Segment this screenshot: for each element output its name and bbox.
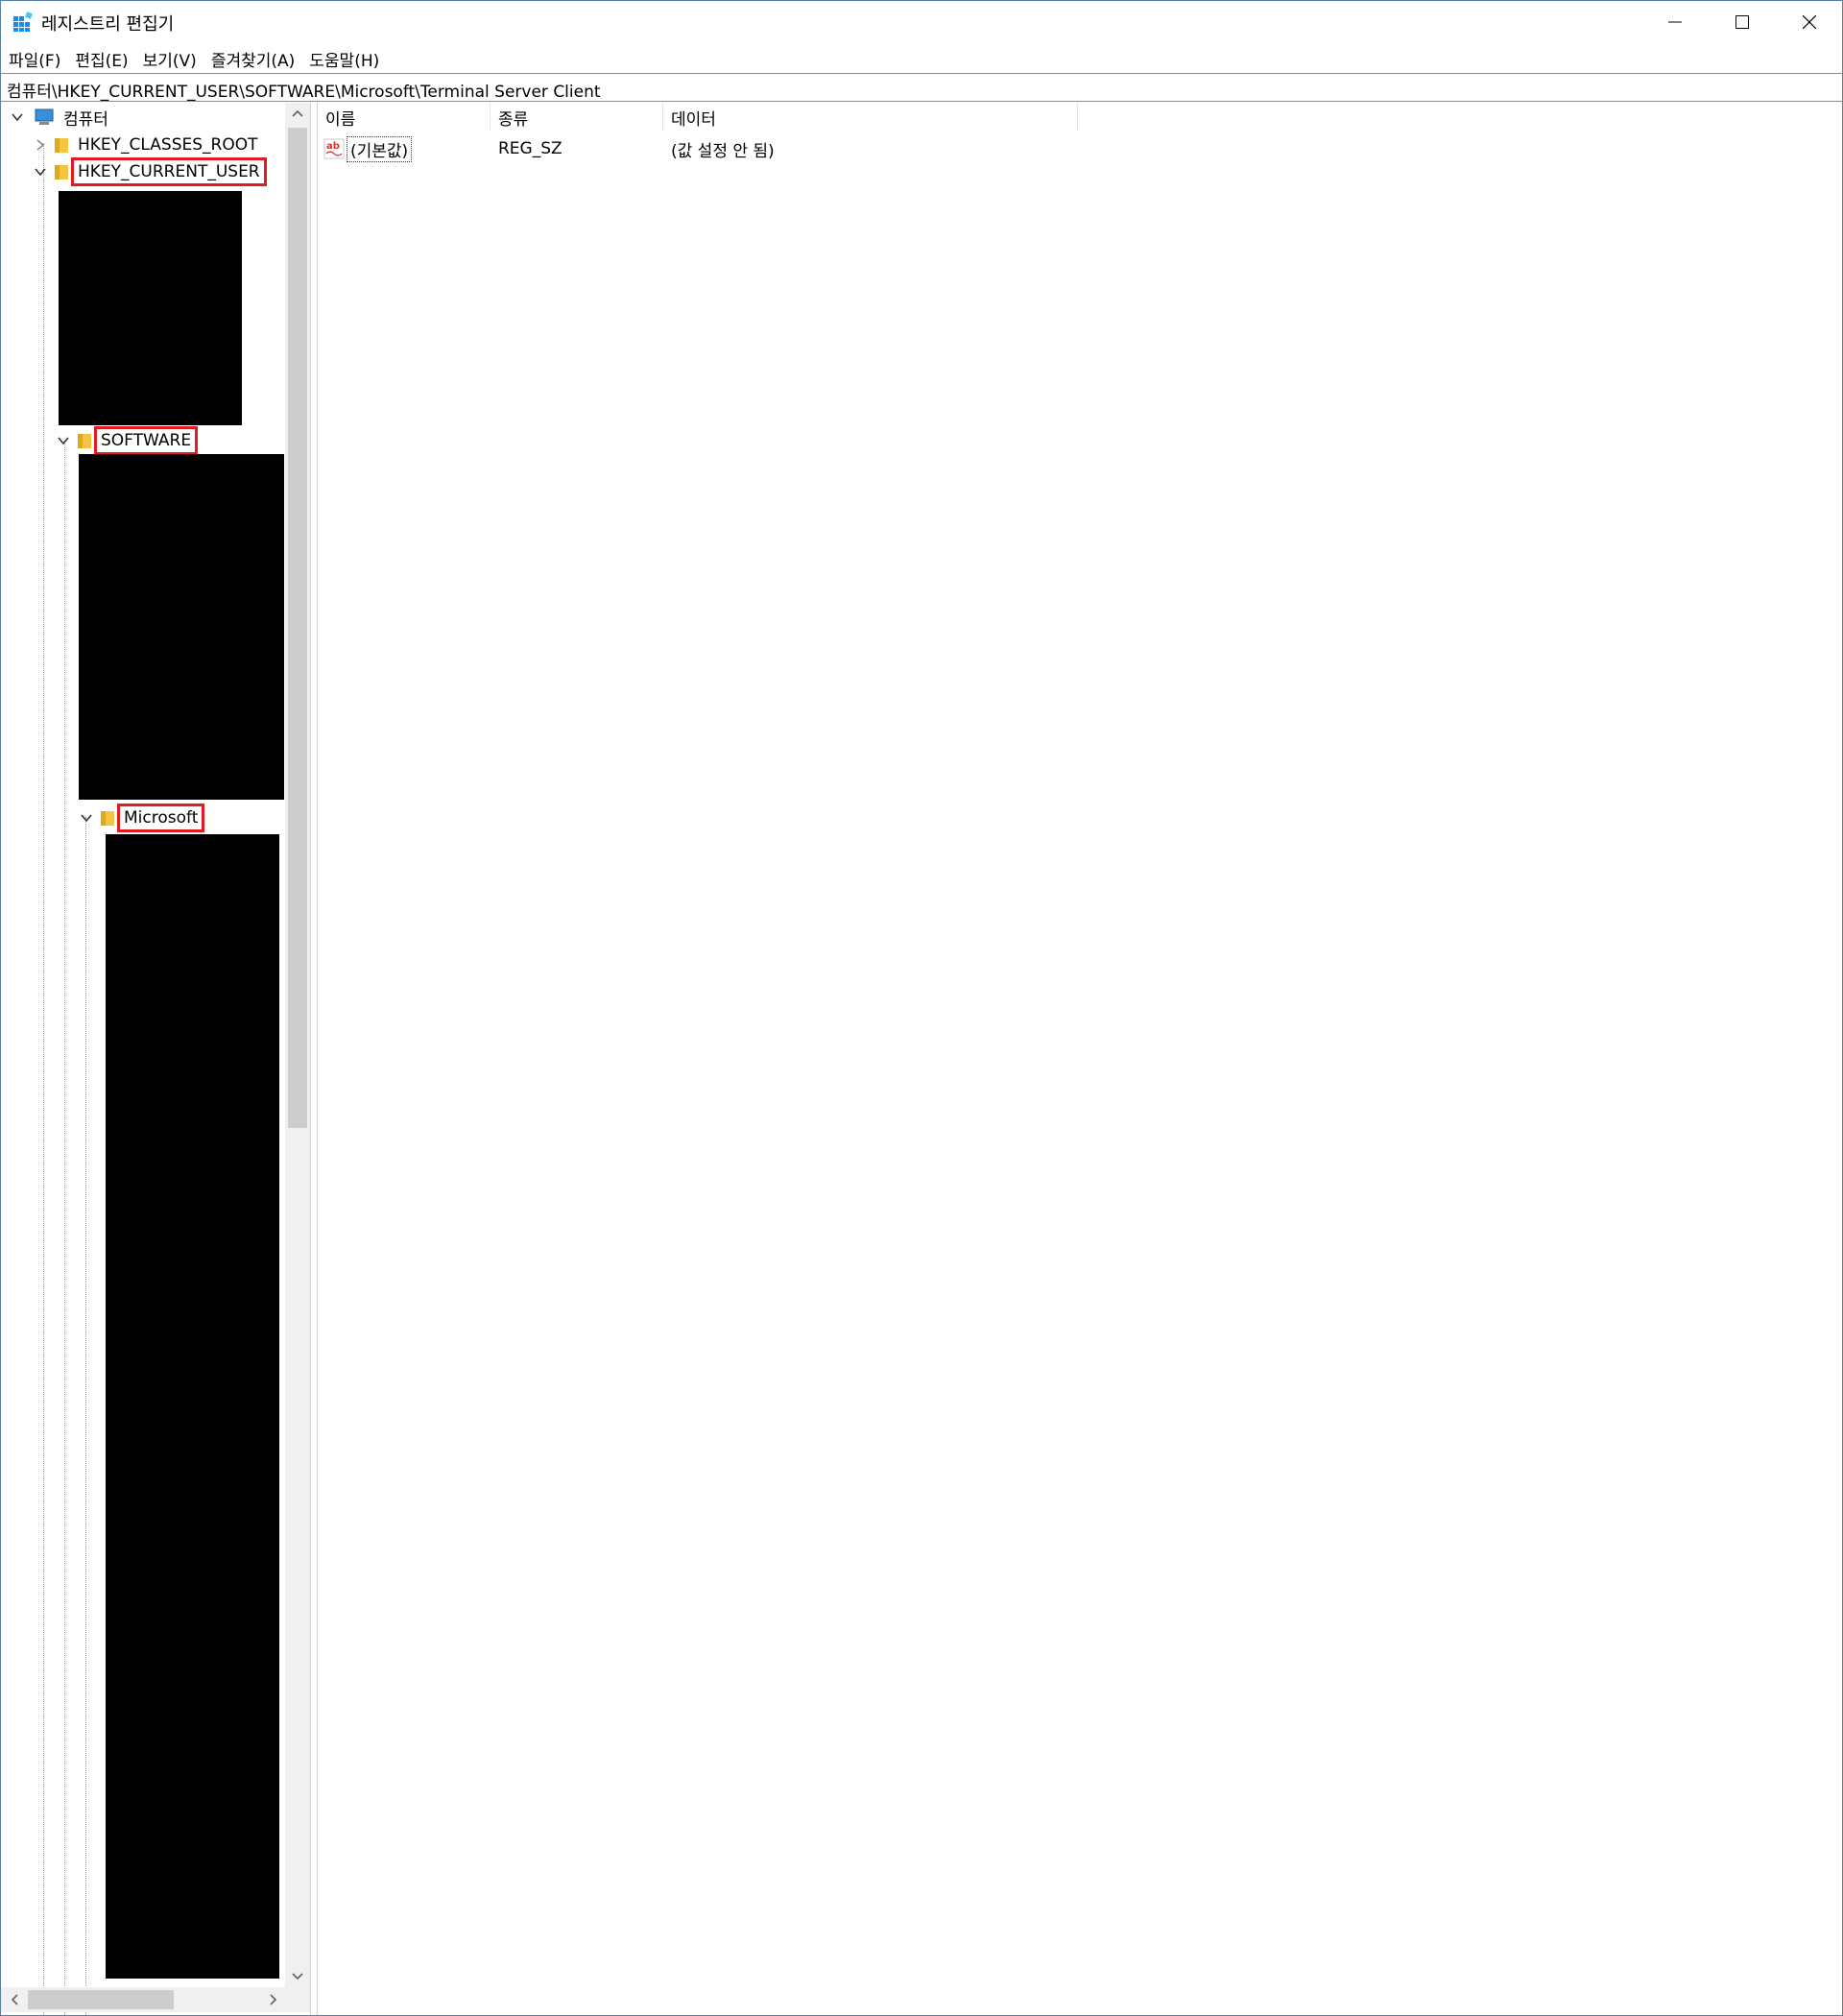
title-bar: 레지스트리 편집기 [1, 1, 1842, 43]
tree-label-hkey-current-user: HKEY_CURRENT_USER [71, 157, 267, 186]
folder-icon [78, 434, 91, 448]
tree-horizontal-scrollbar[interactable] [1, 1987, 285, 2012]
computer-icon [35, 108, 54, 125]
tree-label-software: SOFTWARE [93, 426, 199, 455]
redaction-block [106, 834, 279, 1979]
scroll-down-arrow[interactable] [285, 1964, 310, 1987]
chevron-left-icon [11, 1994, 18, 2005]
value-type: REG_SZ [498, 139, 562, 158]
value-list: 이름 종류 데이터 ab (기본값) REG_SZ (값 설정 안 됨) [318, 103, 1842, 2015]
close-button[interactable] [1777, 1, 1842, 43]
chevron-down-icon [292, 1973, 303, 1980]
chevron-down-icon[interactable] [9, 108, 26, 126]
scrollbar-corner [285, 1987, 310, 2012]
scrollbar-thumb[interactable] [288, 128, 307, 1128]
column-header-type[interactable]: 종류 [491, 103, 663, 132]
chevron-down-icon[interactable] [78, 809, 95, 827]
tree-label-hkey-classes-root: HKEY_CLASSES_ROOT [78, 135, 258, 155]
chevron-up-icon [292, 109, 303, 117]
redaction-block [59, 191, 242, 425]
close-icon [1803, 15, 1816, 29]
value-name[interactable]: (기본값) [347, 135, 413, 162]
column-header-name[interactable]: 이름 [318, 103, 491, 132]
menu-file[interactable]: 파일(F) [1, 45, 67, 72]
maximize-button[interactable] [1710, 1, 1775, 43]
menu-edit[interactable]: 편집(E) [67, 45, 134, 72]
window-title: 레지스트리 편집기 [41, 14, 175, 35]
registry-editor-window: 레지스트리 편집기 파일(F) 편집(E) 보기(V) 즐겨찾기(A) 도움말(… [0, 0, 1843, 2016]
minimize-button[interactable] [1642, 1, 1708, 43]
tree-node-computer[interactable]: 컴퓨터 [9, 105, 111, 130]
tree-node-microsoft[interactable]: Microsoft [78, 804, 205, 832]
tree-node-software[interactable]: SOFTWARE [55, 426, 199, 455]
tree-node-hkey-classes-root[interactable]: HKEY_CLASSES_ROOT [32, 132, 261, 157]
maximize-icon [1735, 15, 1749, 29]
address-bar[interactable]: 컴퓨터\HKEY_CURRENT_USER\SOFTWARE\Microsoft… [1, 73, 1842, 102]
value-data: (값 설정 안 됨) [671, 141, 775, 161]
chevron-right-icon [270, 1994, 277, 2005]
folder-icon [55, 165, 68, 180]
tree-vertical-scrollbar[interactable] [285, 103, 310, 1987]
chevron-right-icon[interactable] [32, 136, 49, 154]
tree-guide-line [64, 441, 65, 2015]
svg-text:ab: ab [326, 141, 340, 152]
tree-guide-line [85, 817, 86, 2015]
chevron-down-icon[interactable] [55, 432, 72, 449]
tree-label-microsoft: Microsoft [116, 804, 205, 832]
pane-splitter[interactable] [310, 103, 318, 2015]
string-value-icon: ab [323, 138, 345, 159]
menu-help[interactable]: 도움말(H) [301, 45, 386, 72]
chevron-down-icon[interactable] [32, 163, 49, 180]
scroll-left-arrow[interactable] [3, 1988, 28, 2011]
registry-editor-icon [13, 12, 33, 32]
key-tree: 컴퓨터 HKEY_CLASSES_ROOT HKEY_CURRENT_USER [1, 103, 314, 2015]
menu-bar: 파일(F) 편집(E) 보기(V) 즐겨찾기(A) 도움말(H) [1, 45, 386, 72]
scroll-right-arrow[interactable] [260, 1988, 285, 2011]
tree-guide-line [43, 143, 44, 2015]
menu-view[interactable]: 보기(V) [135, 45, 203, 72]
column-label: 종류 [498, 109, 529, 130]
column-label: 이름 [325, 109, 356, 130]
redaction-block [79, 454, 284, 800]
menu-favorites[interactable]: 즐겨찾기(A) [203, 45, 301, 72]
tree-label-computer: 컴퓨터 [63, 109, 108, 130]
scrollbar-thumb[interactable] [28, 1990, 174, 2009]
tree-node-hkey-current-user[interactable]: HKEY_CURRENT_USER [32, 157, 267, 186]
column-header-data[interactable]: 데이터 [663, 103, 1078, 132]
folder-icon [55, 138, 68, 153]
list-row[interactable]: ab (기본값) REG_SZ (값 설정 안 됨) [318, 135, 1182, 162]
value-name-cell: ab (기본값) [318, 135, 413, 162]
scroll-up-arrow[interactable] [285, 103, 310, 126]
column-label: 데이터 [671, 109, 716, 130]
address-path[interactable]: 컴퓨터\HKEY_CURRENT_USER\SOFTWARE\Microsoft… [7, 78, 601, 102]
folder-icon [101, 811, 114, 826]
minimize-icon [1668, 21, 1682, 23]
